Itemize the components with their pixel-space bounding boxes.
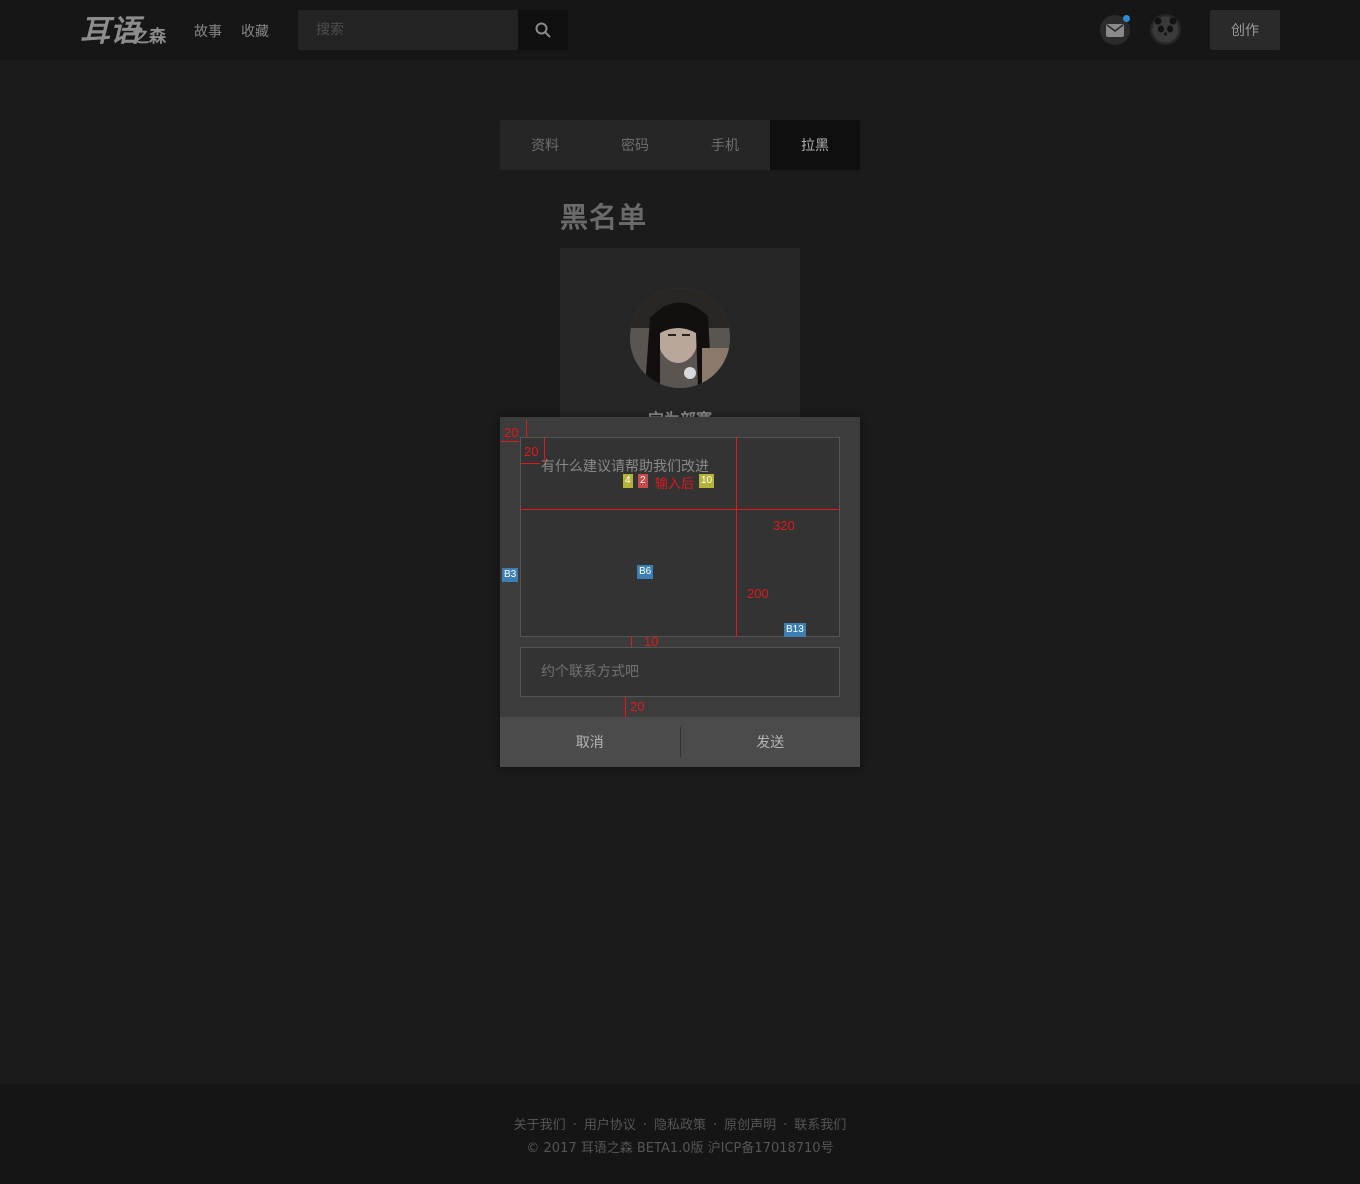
footer-link-original[interactable]: 原创声明	[724, 1118, 776, 1133]
spec-chip: 2	[638, 474, 648, 488]
spec-note: 输入后	[655, 476, 695, 491]
footer-separator: ·	[783, 1118, 788, 1133]
footer-links: 关于我们 · 用户协议 · 隐私政策 · 原创声明 · 联系我们	[0, 1114, 1360, 1133]
footer-link-privacy[interactable]: 隐私政策	[654, 1118, 706, 1133]
measure-line	[631, 637, 632, 647]
measure-line	[526, 420, 527, 437]
measure-label: 320	[773, 518, 795, 533]
measure-label: 200	[747, 586, 769, 601]
modal-actions: 取消 发送	[500, 717, 860, 767]
color-chip: B6	[637, 565, 654, 579]
send-button[interactable]: 发送	[681, 717, 861, 767]
feedback-modal: 取消 发送	[500, 417, 860, 767]
site-footer: 关于我们 · 用户协议 · 隐私政策 · 原创声明 · 联系我们 © 2017 耳语之森 BET…	[0, 1084, 1360, 1184]
measure-line	[521, 463, 540, 464]
spec-chip: 10	[699, 474, 715, 488]
cancel-button[interactable]: 取消	[500, 717, 680, 767]
color-chip: B3	[502, 568, 519, 582]
measure-line	[501, 441, 519, 442]
footer-link-terms[interactable]: 用户协议	[584, 1118, 636, 1133]
measure-line	[544, 438, 545, 462]
footer-link-contact[interactable]: 联系我们	[794, 1118, 846, 1133]
measure-line	[520, 509, 840, 510]
measure-label: 20	[630, 699, 645, 714]
footer-separator: ·	[713, 1118, 718, 1133]
contact-input[interactable]	[520, 647, 840, 697]
copyright: © 2017 耳语之森 BETA1.0版 沪ICP备17018710号	[526, 1141, 834, 1156]
measure-line	[625, 697, 626, 717]
footer-link-about[interactable]: 关于我们	[514, 1118, 566, 1133]
spec-chip: 4	[623, 474, 633, 488]
color-chip: B13	[784, 623, 806, 637]
footer-separator: ·	[572, 1118, 577, 1133]
feedback-textarea[interactable]	[520, 437, 840, 637]
footer-separator: ·	[642, 1118, 647, 1133]
measure-line	[736, 437, 737, 637]
measure-label: 20	[504, 425, 519, 440]
measure-label: 10	[644, 634, 659, 649]
measure-label: 20	[524, 444, 539, 459]
